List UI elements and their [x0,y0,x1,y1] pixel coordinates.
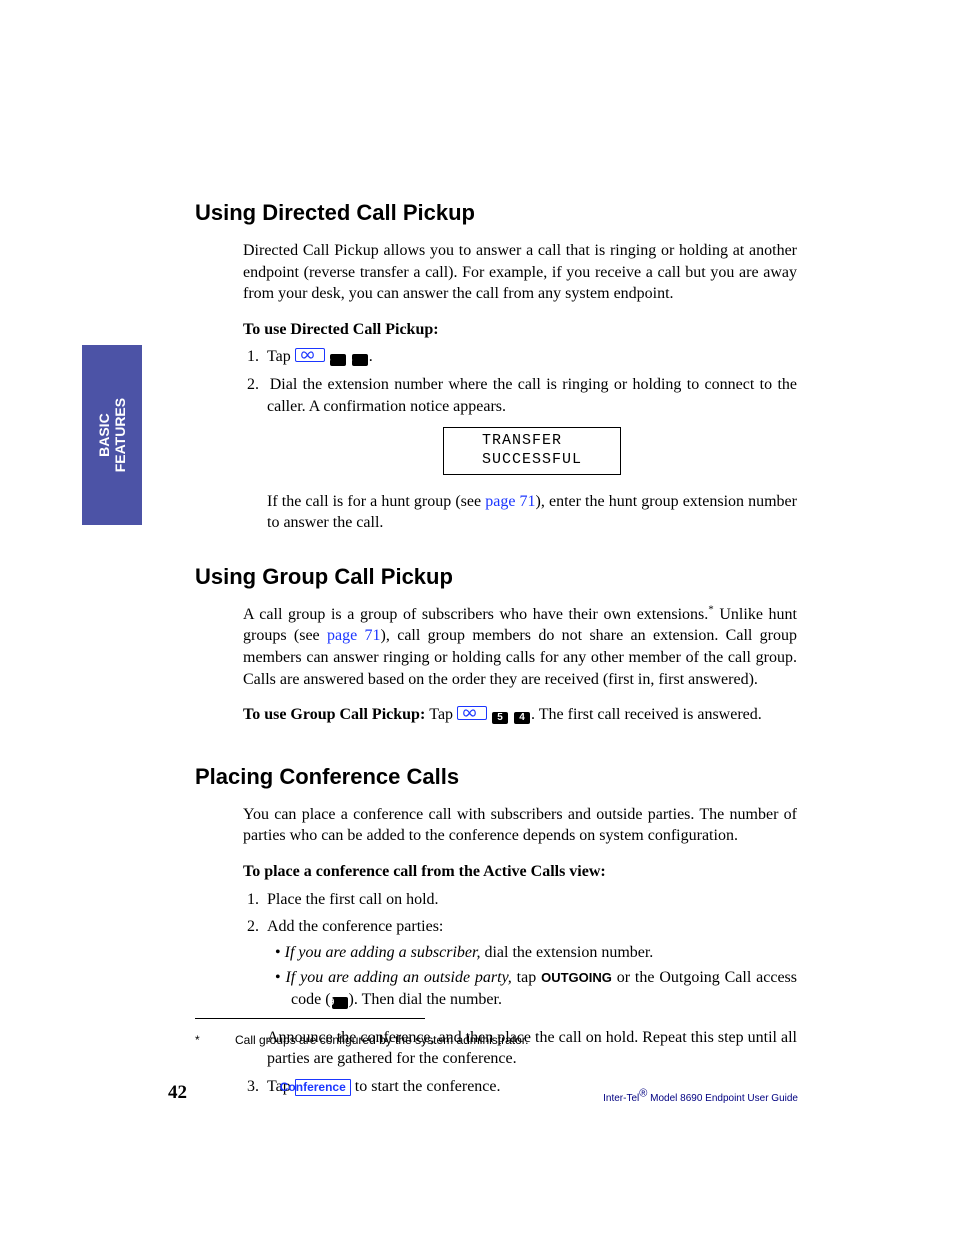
step-text: Add the conference parties: [267,918,443,935]
footnote-marker: * [195,1033,235,1047]
conf-step-1: 1. Place the first call on hold. [267,889,797,911]
brand: Inter-Tel [603,1093,639,1104]
conference-task: To place a conference call from the Acti… [243,861,797,883]
directed-step-2: 2. Dial the extension number where the c… [267,374,797,475]
outgoing-label: OUTGOING [541,970,612,985]
digit-key-9: 9 [332,997,348,1009]
directed-task: To use Directed Call Pickup: [243,319,797,341]
step-text: . [369,348,373,365]
digit-key-5: 5 [492,712,508,724]
infinity-key-icon [295,348,325,362]
page-content: Using Directed Call Pickup Directed Call… [195,200,797,1111]
conference-steps: 1. Place the first call on hold. 2. Add … [195,889,797,1011]
lcd-line-2: SUCCESSFUL [482,451,582,468]
step-text: Dial the extension number where the call… [267,376,797,415]
group-intro: A call group is a group of subscribers w… [243,604,797,690]
bullet-subscriber: If you are adding a subscriber, dial the… [291,942,797,964]
footnote-area: *Call groups are configured by the syste… [195,1018,797,1047]
step-text: Place the first call on hold. [267,891,439,908]
footnote: *Call groups are configured by the syste… [195,1033,797,1047]
bullet-italic: If you are adding an outside party, [285,969,511,986]
page-link-71[interactable]: page 71 [327,627,381,644]
page-footer: 42 Inter-Tel® Model 8690 Endpoint User G… [168,1082,798,1104]
page-number: 42 [168,1082,187,1104]
bullet-italic: If you are adding a subscriber, [285,944,481,961]
section-tab: BASIC FEATURES [82,345,142,525]
heading-conference: Placing Conference Calls [195,764,797,790]
heading-group-pickup: Using Group Call Pickup [195,564,797,590]
directed-step-1: 1. Tap 5 3. [267,346,797,368]
bullet-text: ). Then dial the number. [349,991,502,1008]
bullet-outside: If you are adding an outside party, tap … [291,967,797,1010]
directed-intro: Directed Call Pickup allows you to answe… [243,240,797,305]
conf-step-2: 2. Add the conference parties: If you ar… [267,916,797,1010]
heading-directed-pickup: Using Directed Call Pickup [195,200,797,226]
note-text: If the call is for a hunt group (see [267,493,485,510]
directed-steps: 1. Tap 5 3. 2. Dial the extension number… [195,346,797,474]
footnote-rule [195,1018,425,1019]
bullet-text: tap [512,969,541,986]
page-link-71[interactable]: page 71 [485,493,535,510]
conf-bullets: If you are adding a subscriber, dial the… [267,942,797,1011]
para-text: A call group is a group of subscribers w… [243,606,708,623]
digit-key-5: 5 [330,354,346,366]
tab-line-2: FEATURES [112,398,128,472]
doc-title-rest: Model 8690 Endpoint User Guide [647,1093,798,1104]
footnote-text: Call groups are configured by the system… [235,1033,528,1047]
infinity-key-icon [457,706,487,720]
lcd-line-1: TRANSFER [482,432,562,449]
digit-key-3: 3 [352,354,368,366]
tab-line-1: BASIC [96,413,112,457]
bullet-text: dial the extension number. [480,944,653,961]
digit-key-4: 4 [514,712,530,724]
para-text: Tap [429,706,457,723]
bold-label: To use Group Call Pickup: [243,706,429,723]
para-text: . The first call received is answered. [531,706,762,723]
doc-title: Inter-Tel® Model 8690 Endpoint User Guid… [603,1093,798,1104]
group-task: To use Group Call Pickup: Tap 5 4. The f… [243,704,797,726]
conference-intro: You can place a conference call with sub… [243,804,797,847]
directed-note: If the call is for a hunt group (see pag… [267,491,797,534]
step-text: Tap [267,348,295,365]
lcd-display: TRANSFER SUCCESSFUL [443,427,621,475]
